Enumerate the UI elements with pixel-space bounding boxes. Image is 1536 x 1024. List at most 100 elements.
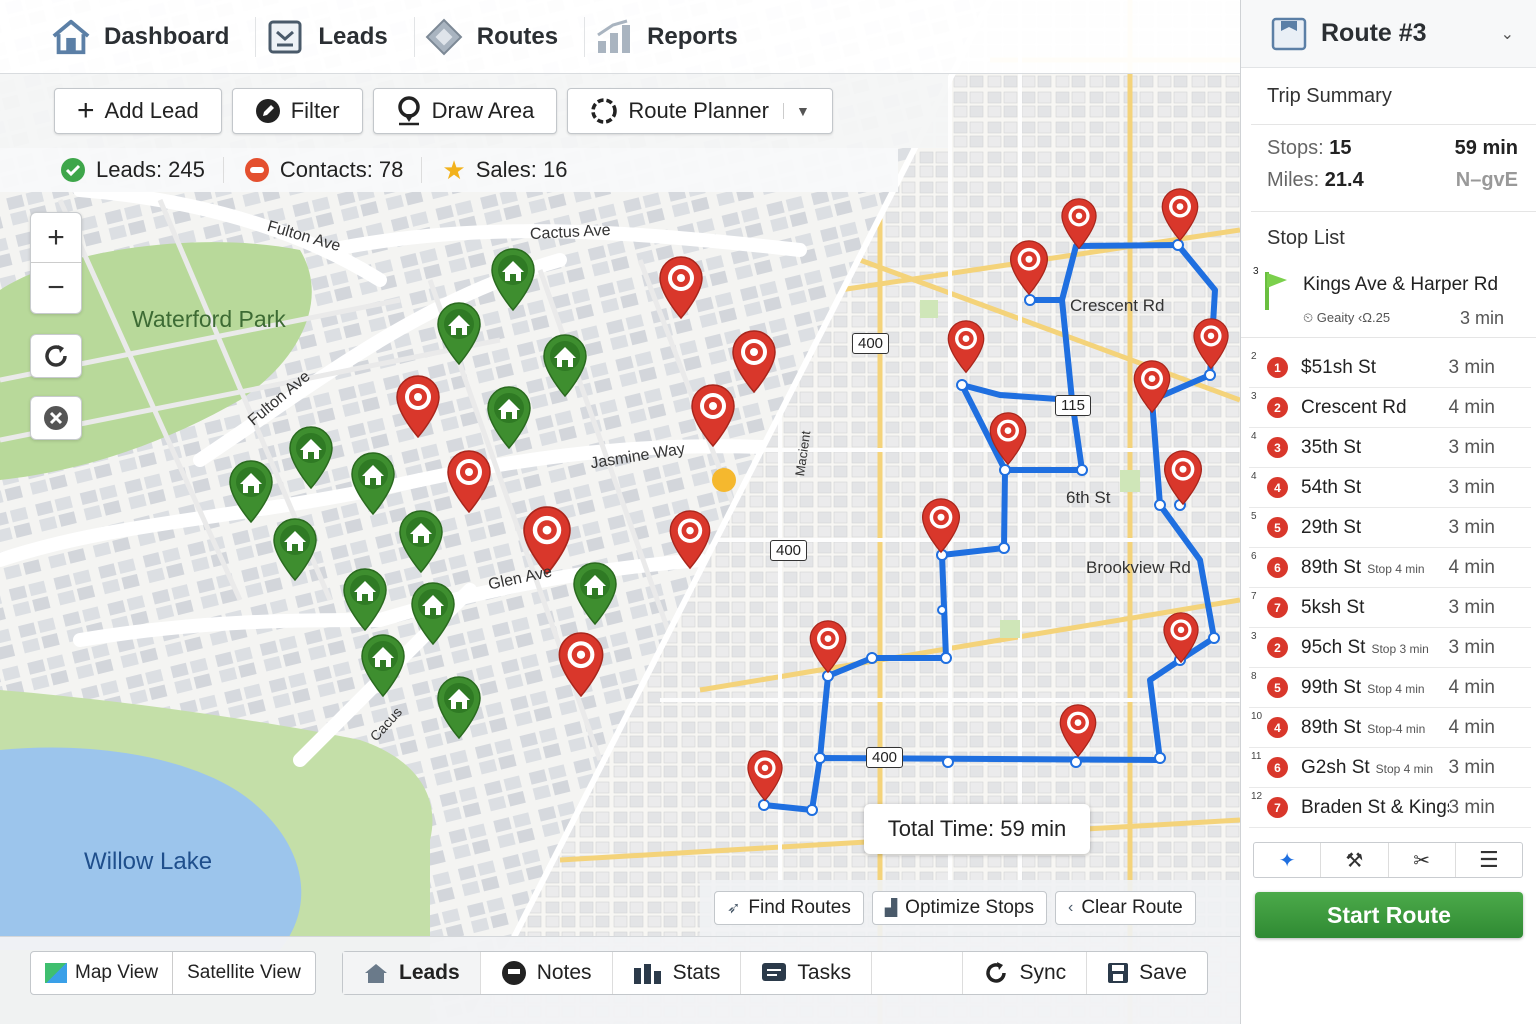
highway-shield: 400	[852, 333, 890, 354]
trip-summary-header: Trip Summary	[1241, 68, 1536, 124]
timer-icon: ⏲	[1303, 310, 1314, 325]
stop-index: 11	[1251, 751, 1262, 762]
optimize-icon: ▟	[884, 900, 898, 917]
miles-stat: Miles: 21.4	[1267, 169, 1364, 201]
map-tile-icon	[45, 963, 67, 983]
stat-contacts: Contacts: 78	[244, 157, 423, 183]
stop-row[interactable]: 3 2 95ch St Stop 3 min 3 min	[1249, 628, 1531, 668]
check-circle-icon	[61, 158, 85, 182]
close-circle-icon	[44, 406, 68, 430]
nav-dashboard[interactable]: Dashboard	[42, 16, 257, 57]
notes-icon	[501, 961, 526, 985]
button-label: Satellite View	[187, 962, 301, 983]
route-title: Route #3	[1321, 19, 1427, 47]
message-icon	[762, 963, 787, 981]
start-route-button[interactable]: Start Route	[1255, 892, 1523, 938]
stop-number-badge: 1	[1267, 357, 1288, 378]
stop-name-text: 54th St	[1301, 476, 1362, 498]
find-routes-button[interactable]: ➶ Find Routes	[714, 891, 864, 925]
chevron-down-icon[interactable]: ⌄	[1501, 24, 1514, 44]
stop-sub-text: Stop 4 min	[1367, 681, 1425, 696]
bar-chart-icon	[633, 964, 661, 984]
stop-name-text: 95ch St	[1301, 636, 1366, 658]
stops-stat: Stops: 15	[1267, 137, 1352, 169]
highway-shield: 400	[866, 747, 904, 768]
tab-tasks[interactable]: Tasks	[741, 952, 873, 994]
highway-shield: 115	[1055, 395, 1091, 416]
stat-value: 15	[1329, 137, 1352, 159]
sync-icon	[986, 962, 1007, 983]
draw-area-button[interactable]: Draw Area	[372, 88, 558, 134]
hammer-tool-button[interactable]: ⚒	[1321, 843, 1389, 877]
stop-row[interactable]: 2 1 $51sh St 3 min	[1249, 348, 1531, 388]
add-lead-button[interactable]: + Add Lead	[54, 88, 222, 134]
stop-row[interactable]: 8 5 99th St Stop 4 min 4 min	[1249, 668, 1531, 708]
stop-number-badge: 3	[1267, 437, 1288, 458]
stop-name: Braden St & Kings...	[1301, 797, 1449, 819]
stat-label: Stops:	[1267, 137, 1324, 159]
flag-icon	[1265, 272, 1287, 310]
stop-time: 4 min	[1448, 676, 1495, 698]
stop-row[interactable]: 3 2 Crescent Rd 4 min	[1249, 388, 1531, 428]
stop-time: 3 min	[1448, 596, 1495, 618]
nav-leads[interactable]: Leads	[256, 16, 415, 57]
stop-row[interactable]: 11 6 G2sh St Stop 4 min 3 min	[1249, 748, 1531, 788]
save-button[interactable]: Save	[1087, 952, 1207, 994]
stat-label: Leads: 245	[96, 157, 205, 182]
pin-tool-button[interactable]: ✦	[1254, 843, 1322, 877]
list-button[interactable]: ☰	[1456, 843, 1522, 877]
tab-leads[interactable]: Leads	[343, 952, 481, 994]
refresh-map-button[interactable]	[30, 334, 82, 378]
satellite-view-button[interactable]: Satellite View	[173, 952, 315, 994]
stop-number-badge: 4	[1267, 717, 1288, 738]
tab-label: Notes	[536, 961, 592, 984]
street-label: 6th St	[1066, 488, 1111, 507]
stop-name: $51sh St	[1301, 357, 1449, 379]
zoom-out-button[interactable]: −	[31, 263, 81, 313]
stop-time: 3 min	[1448, 636, 1495, 658]
routes-diamond-icon	[423, 18, 465, 56]
route-panel-header[interactable]: Route #3 ⌄	[1241, 0, 1536, 68]
clear-map-button[interactable]	[30, 396, 82, 440]
stop-subtitle: ⏲ Geaity ‹Ω.25	[1303, 310, 1390, 326]
route-panel: Route #3 ⌄ Trip Summary Stops: 15 59 min…	[1240, 0, 1536, 1024]
stop-row[interactable]: 6 6 89th St Stop 4 min 4 min	[1249, 548, 1531, 588]
tab-label: Stats	[672, 961, 721, 984]
stop-row[interactable]: 12 7 Braden St & Kings...3 min	[1249, 788, 1531, 828]
stop-name: 29th St	[1301, 517, 1449, 539]
tab-stats[interactable]: Stats	[613, 952, 742, 994]
sync-button[interactable]: Sync	[963, 952, 1088, 994]
clear-route-button[interactable]: ‹ Clear Route	[1055, 891, 1196, 925]
optimize-stops-button[interactable]: ▟ Optimize Stops	[871, 891, 1047, 925]
stop-row[interactable]: 4 4 54th St 3 min	[1249, 468, 1531, 508]
nav-routes[interactable]: Routes	[415, 16, 586, 57]
stop-row[interactable]: 7 7 5ksh St 3 min	[1249, 588, 1531, 628]
stop-name-text: 89th St	[1301, 556, 1362, 578]
route-arrow-icon: ➶	[727, 900, 741, 917]
stop-sub-text: Stop-4 min	[1367, 721, 1426, 736]
route-planner-button[interactable]: Route Planner ▼	[567, 88, 833, 134]
stop-name: 35th St	[1301, 437, 1449, 459]
featured-stop[interactable]: 3 Kings Ave & Harper Rd ⏲ Geaity ‹Ω.25 3…	[1241, 264, 1536, 338]
zoom-in-button[interactable]: +	[31, 213, 81, 263]
stop-number-badge: 4	[1267, 477, 1288, 498]
stop-name: 54th St	[1301, 477, 1449, 499]
stop-name-text: 89th St	[1301, 716, 1362, 738]
top-navigation: Dashboard Leads Routes Reports	[0, 0, 1240, 74]
chevron-down-icon[interactable]: ▼	[783, 103, 810, 119]
tools-button[interactable]: ✂	[1389, 843, 1456, 877]
stop-sub-text: Geaity ‹Ω.25	[1316, 310, 1391, 325]
stop-row[interactable]: 4 3 35th St 3 min	[1249, 428, 1531, 468]
map-view-button[interactable]: Map View	[31, 952, 174, 994]
filter-button[interactable]: Filter	[231, 88, 363, 134]
nav-reports[interactable]: Reports	[585, 17, 764, 57]
nav-label: Reports	[647, 22, 738, 50]
stop-time: 4 min	[1448, 396, 1495, 418]
lake-label: Willow Lake	[84, 848, 213, 875]
stop-row[interactable]: 10 4 89th St Stop-4 min 4 min	[1249, 708, 1531, 748]
stop-number-badge: 6	[1267, 757, 1288, 778]
button-label: Route Planner	[628, 98, 769, 123]
stop-row[interactable]: 5 5 29th St 3 min	[1249, 508, 1531, 548]
tab-notes[interactable]: Notes	[481, 952, 613, 994]
stop-index: 2	[1251, 351, 1257, 362]
